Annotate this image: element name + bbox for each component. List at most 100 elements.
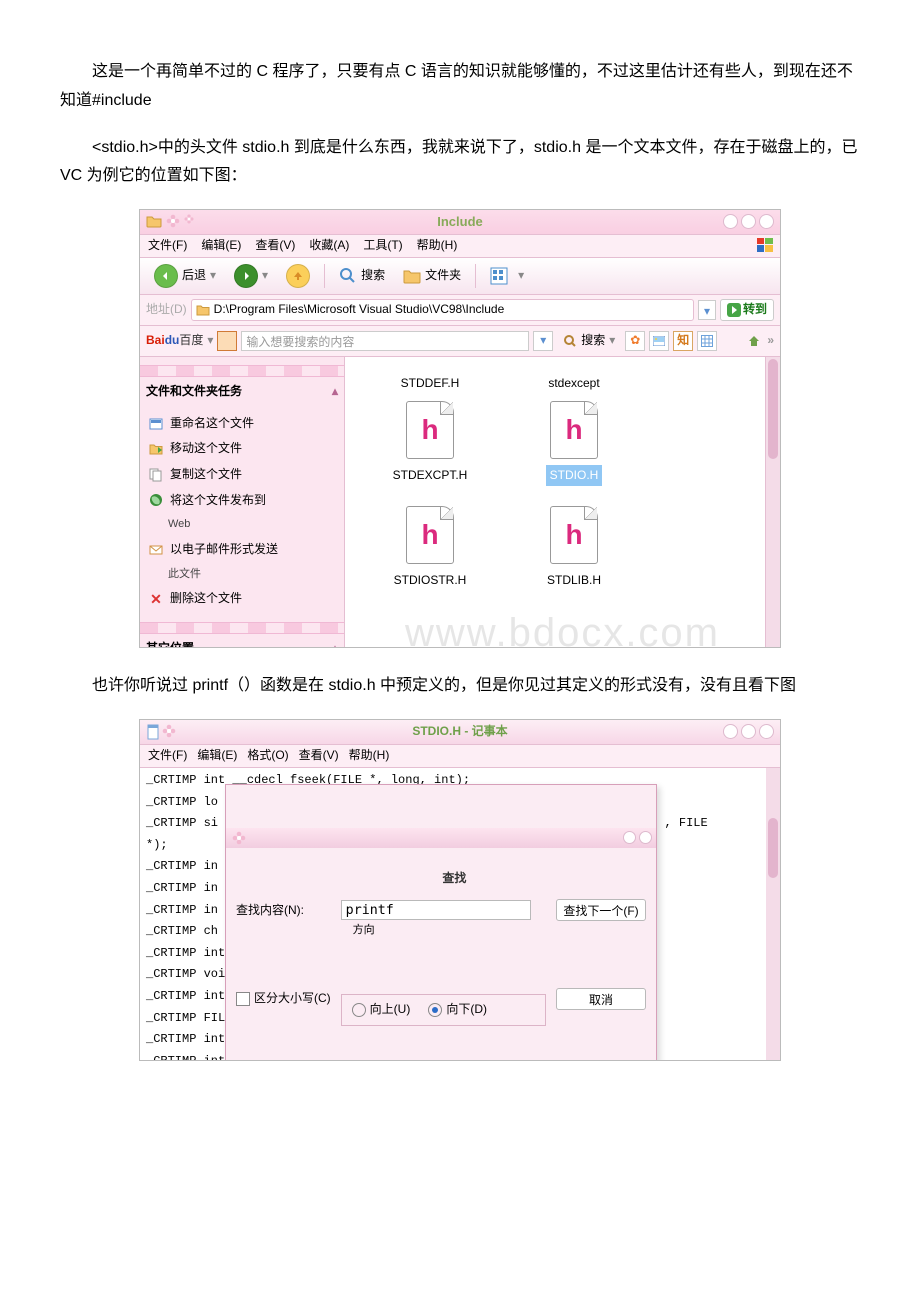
sidebar: 文件和文件夹任务 ▴ 重命名这个文件 移动这个文件 复制这个文件 将这个文件发布… [140, 357, 345, 647]
file-label: STDEXCPT.H [393, 465, 468, 487]
address-input[interactable]: D:\Program Files\Microsoft Visual Studio… [191, 299, 694, 321]
menu-view[interactable]: 查看(V) [255, 235, 295, 257]
explorer-menubar: 文件(F) 编辑(E) 查看(V) 收藏(A) 工具(T) 帮助(H) [140, 235, 780, 258]
task-email[interactable]: 以电子邮件形式发送 [144, 537, 340, 563]
baidu-search-label: 搜索 [581, 330, 605, 352]
baidu-calendar-icon[interactable] [697, 331, 717, 351]
menu-tools[interactable]: 工具(T) [363, 235, 402, 257]
menu-edit[interactable]: 编辑(E) [201, 235, 241, 257]
baidu-home-icon[interactable] [745, 332, 763, 350]
direction-up-radio[interactable]: 向上(U) [352, 999, 411, 1021]
sidebar-task-list: 重命名这个文件 移动这个文件 复制这个文件 将这个文件发布到 Web 以电子邮件… [144, 411, 340, 612]
chevron-up-icon: ▴ [332, 638, 338, 647]
address-bar: 地址(D) D:\Program Files\Microsoft Visual … [140, 295, 780, 326]
toolbar-separator [324, 264, 325, 288]
file-item[interactable]: hSTDEXCPT.H [365, 401, 495, 487]
task-email-sub: 此文件 [144, 563, 340, 587]
file-pane[interactable]: STDDEF.H stdexcept hSTDEXCPT.H hSTDIO.H … [345, 357, 780, 647]
up-button[interactable] [280, 263, 316, 289]
scrollbar[interactable] [765, 357, 780, 647]
paragraph-1: 这是一个再简单不过的 C 程序了，只要有点 C 语言的知识就能够懂的，不过这里估… [60, 58, 860, 116]
find-dialog-title: 查找 [226, 828, 656, 848]
maximize-button[interactable] [741, 214, 756, 229]
address-path: D:\Program Files\Microsoft Visual Studio… [214, 299, 505, 321]
minimize-button[interactable] [723, 724, 738, 739]
np-menu-file[interactable]: 文件(F) [148, 745, 187, 767]
sidebar-other-header[interactable]: 其它位置 ▴ [146, 638, 338, 647]
search-button[interactable]: 搜索 [333, 263, 391, 289]
window-controls [723, 724, 774, 739]
paragraph-3: 也许你听说过 printf（）函数是在 stdio.h 中预定义的，但是你见过其… [60, 672, 860, 701]
find-dialog: 查找 查找内容(N): 查找下一个(F) 区分大小写(C) 方向 向上(U) 向… [225, 784, 657, 1060]
explorer-title: Include [437, 210, 483, 233]
sidebar-tasks-header[interactable]: 文件和文件夹任务 ▴ [146, 381, 338, 403]
direction-down-radio[interactable]: 向下(D) [428, 999, 487, 1021]
np-menu-edit[interactable]: 编辑(E) [197, 745, 237, 767]
notepad-menubar: 文件(F) 编辑(E) 格式(O) 查看(V) 帮助(H) [140, 745, 780, 768]
task-delete[interactable]: ✕删除这个文件 [144, 586, 340, 612]
np-menu-view[interactable]: 查看(V) [299, 745, 339, 767]
flower-icon [232, 831, 246, 845]
explorer-titlebar: Include [140, 210, 780, 235]
file-item-selected[interactable]: hSTDIO.H [509, 401, 639, 487]
np-menu-format[interactable]: 格式(O) [247, 745, 288, 767]
minimize-button[interactable] [723, 214, 738, 229]
task-move[interactable]: 移动这个文件 [144, 436, 340, 462]
menu-fav[interactable]: 收藏(A) [309, 235, 349, 257]
header-file-icon: h [550, 506, 598, 564]
folders-button[interactable]: 文件夹 [397, 263, 467, 289]
folders-label: 文件夹 [425, 265, 461, 287]
find-case-checkbox[interactable]: 区分大小写(C) [236, 988, 331, 1010]
menu-file[interactable]: 文件(F) [148, 235, 187, 257]
task-rename[interactable]: 重命名这个文件 [144, 411, 340, 437]
direction-group: 向上(U) 向下(D) [341, 994, 546, 1026]
baidu-search-input[interactable]: 输入想要搜索的内容 [241, 331, 529, 351]
baidu-logo: Baidu百度 [146, 330, 203, 352]
flower-icon [184, 214, 194, 224]
address-label: 地址(D) [146, 299, 187, 321]
file-item[interactable]: STDDEF.H [365, 367, 495, 395]
notepad-title: STDIO.H - 记事本 [412, 721, 507, 743]
baidu-search-dropdown[interactable]: ▾ [533, 331, 553, 351]
find-cancel-button[interactable]: 取消 [556, 988, 646, 1010]
menu-help[interactable]: 帮助(H) [417, 235, 458, 257]
find-close-button[interactable] [639, 831, 652, 844]
header-file-icon: h [406, 506, 454, 564]
baidu-orange-button[interactable] [217, 331, 237, 351]
file-label: STDIO.H [546, 465, 603, 487]
task-copy[interactable]: 复制这个文件 [144, 462, 340, 488]
close-button[interactable] [759, 724, 774, 739]
back-label: 后退 [182, 265, 206, 287]
baidu-orange-icon[interactable]: ✿ [625, 331, 645, 351]
task-publish[interactable]: 将这个文件发布到 [144, 488, 340, 514]
find-next-button[interactable]: 查找下一个(F) [556, 899, 646, 921]
sidebar-tasks-title: 文件和文件夹任务 [146, 381, 242, 403]
file-item[interactable]: h STDLIB.H [509, 506, 639, 592]
views-button[interactable]: ▾ [484, 263, 530, 289]
address-dropdown-button[interactable]: ▾ [698, 300, 716, 320]
baidu-zhi-icon[interactable]: 知 [673, 331, 693, 351]
close-button[interactable] [759, 214, 774, 229]
scrollbar[interactable] [766, 768, 780, 1060]
explorer-toolbar: 后退 ▾ ▾ 搜索 文件夹 ▾ [140, 258, 780, 295]
find-content-label: 查找内容(N): [236, 900, 331, 922]
baidu-picture-icon[interactable] [649, 331, 669, 351]
back-button[interactable]: 后退 ▾ [148, 263, 222, 289]
forward-button[interactable]: ▾ [228, 263, 274, 289]
find-help-button[interactable] [623, 831, 636, 844]
np-menu-help[interactable]: 帮助(H) [349, 745, 390, 767]
baidu-search-button[interactable]: 搜索 ▾ [557, 328, 621, 354]
notepad-text-area[interactable]: _CRTIMP int __cdecl fseek(FILE *, long, … [140, 768, 780, 1060]
notepad-titlebar: STDIO.H - 记事本 [140, 720, 780, 745]
baidu-more-icon[interactable]: » [767, 330, 774, 352]
file-item[interactable]: stdexcept [509, 367, 639, 395]
watermark: www.bdocx.com [405, 597, 720, 669]
file-label: STDDEF.H [401, 373, 460, 395]
flower-icon [162, 724, 176, 738]
maximize-button[interactable] [741, 724, 756, 739]
file-item[interactable]: hSTDIOSTR.H [365, 506, 495, 592]
toolbar-separator [475, 264, 476, 288]
sidebar-other-title: 其它位置 [146, 638, 194, 647]
file-label: STDLIB.H [547, 570, 601, 592]
go-button[interactable]: 转到 [720, 299, 774, 321]
